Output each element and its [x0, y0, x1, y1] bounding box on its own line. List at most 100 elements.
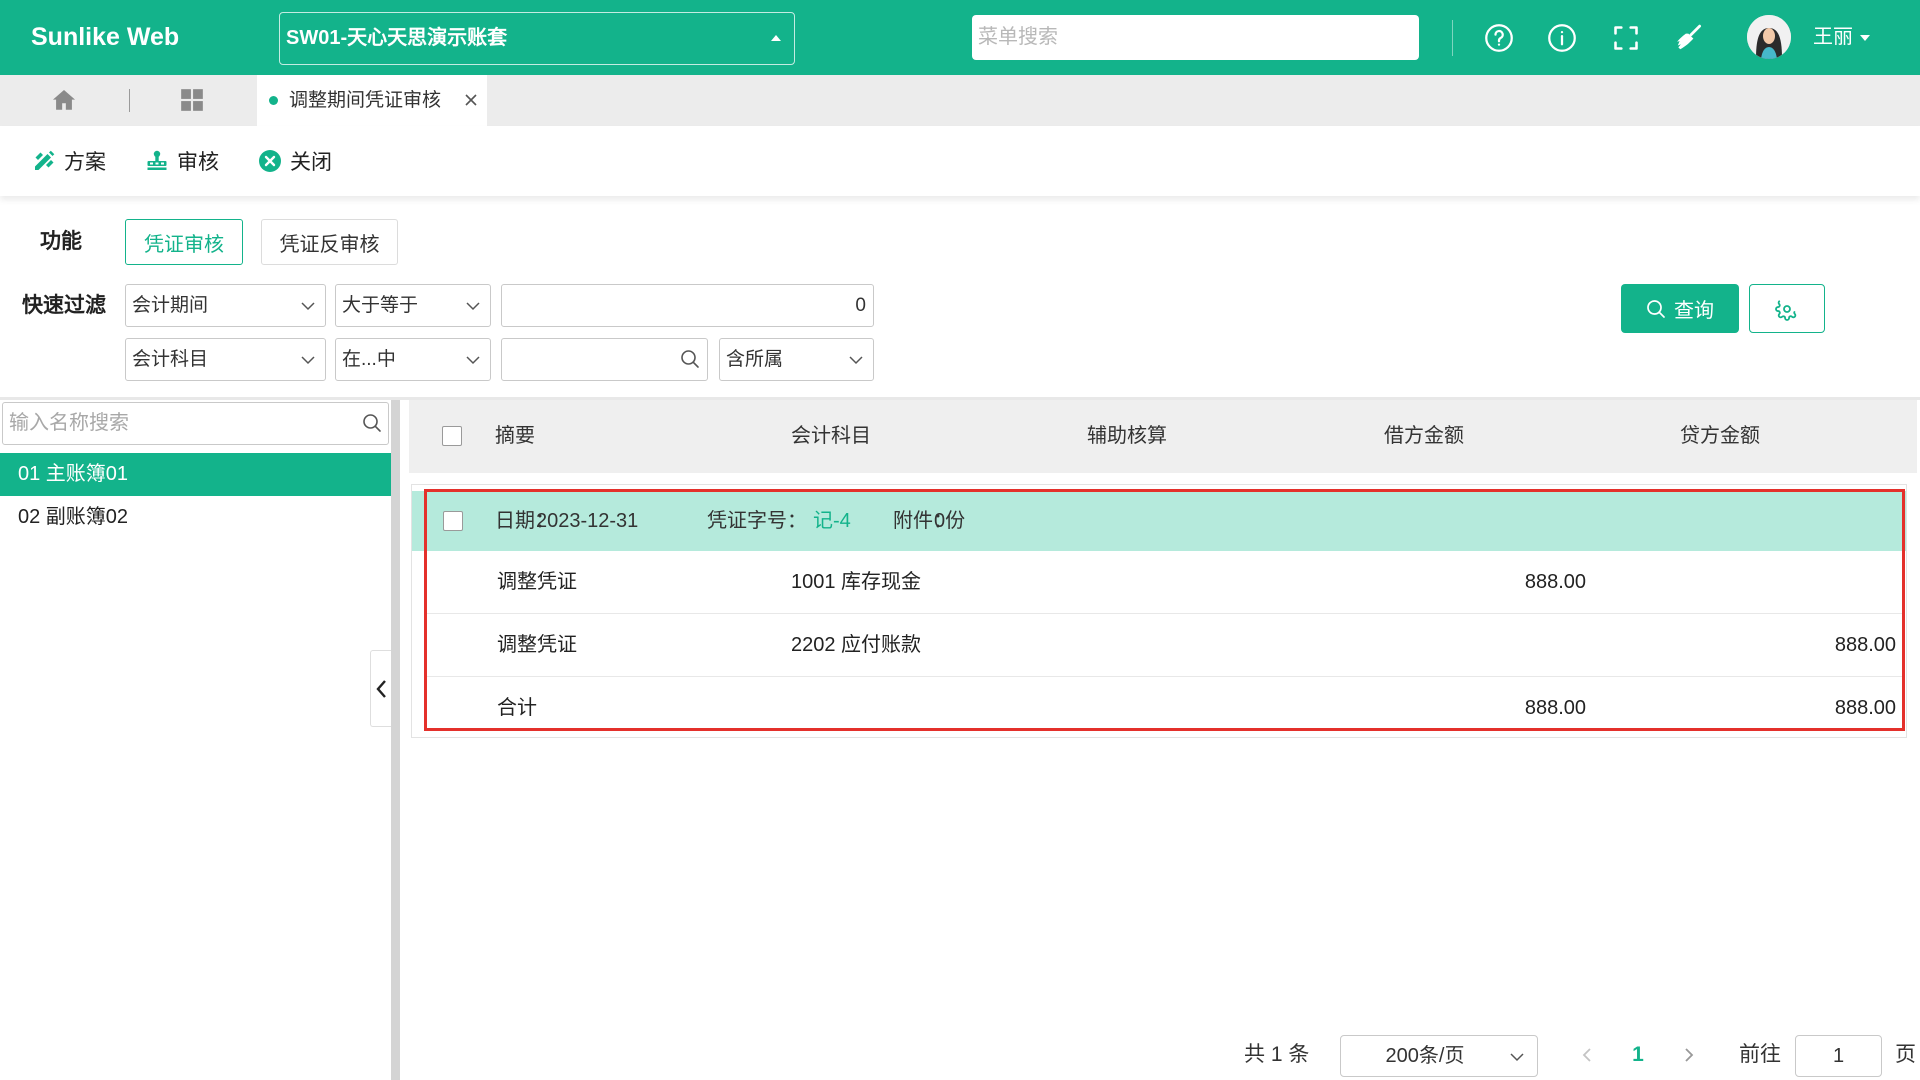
entry-account: 2202 应付账款: [791, 634, 922, 656]
function-label: 功能: [40, 230, 82, 253]
search-icon: [1646, 299, 1666, 319]
voucher-number-label: 凭证字号：: [707, 510, 807, 532]
column-header-debit: 借方金额: [1384, 425, 1464, 447]
filter-field-value: 会计期间: [132, 295, 209, 316]
column-header-credit: 贷方金额: [1680, 425, 1760, 447]
account-set-selector[interactable]: SW01-天心天思演示账套: [279, 12, 795, 65]
ledger-sidebar: 01 主账簿01 02 副账簿02: [0, 400, 391, 1080]
header-divider: [1452, 20, 1453, 56]
chevron-down-icon: [465, 298, 481, 314]
close-icon[interactable]: [463, 92, 479, 108]
voucher-number-link[interactable]: 记-4: [813, 491, 851, 551]
ledger-item-01[interactable]: 01 主账簿01: [0, 453, 391, 496]
tools-icon: [32, 149, 56, 173]
page-size-value: 200条/页: [1385, 1045, 1465, 1067]
stamp-icon: [145, 149, 169, 173]
caret-down-icon[interactable]: [1860, 35, 1870, 41]
scheme-button[interactable]: 方案: [32, 126, 106, 196]
table-header: 摘要 会计科目 辅助核算 借方金额 贷方金额: [409, 400, 1917, 473]
filter-scope-value: 含所属: [726, 349, 784, 370]
filter-field-select-2[interactable]: 会计科目: [125, 338, 326, 381]
help-icon[interactable]: [1483, 22, 1515, 54]
toolbar: 方案 审核 关闭: [0, 126, 1920, 196]
page-size-select[interactable]: 200条/页: [1340, 1035, 1538, 1077]
close-button[interactable]: 关闭: [258, 126, 332, 196]
close-label: 关闭: [290, 151, 332, 174]
entry-account: 1001 库存现金: [791, 571, 922, 593]
page-suffix: 页: [1895, 1043, 1916, 1066]
filter-operator-value: 大于等于: [342, 295, 419, 316]
gear-icon: [1775, 297, 1799, 321]
filter-value-search: [501, 338, 708, 381]
filter-scope-select[interactable]: 含所属: [719, 338, 874, 381]
chevron-down-icon: [465, 352, 481, 368]
chevron-down-icon: [300, 352, 316, 368]
filter-operator-select[interactable]: 大于等于: [335, 284, 491, 327]
ledger-search-input[interactable]: [2, 402, 389, 445]
function-voucher-unaudit[interactable]: 凭证反审核: [261, 219, 398, 265]
chevron-left-icon: [375, 679, 387, 699]
filter-field-select[interactable]: 会计期间: [125, 284, 326, 327]
grid-icon[interactable]: [179, 87, 205, 113]
chevron-down-icon: [1509, 1049, 1525, 1065]
user-name[interactable]: 王丽: [1813, 0, 1853, 75]
search-icon[interactable]: [362, 413, 382, 433]
chevron-down-icon: [300, 298, 316, 314]
function-voucher-audit[interactable]: 凭证审核: [125, 219, 243, 265]
entry-credit: 888.00: [1834, 634, 1896, 656]
scheme-label: 方案: [64, 151, 106, 174]
entry-summary: 调整凭证: [497, 634, 577, 656]
goto-label: 前往: [1739, 1043, 1781, 1066]
chevron-down-icon: [848, 352, 864, 368]
tab-label: 调整期间凭证审核: [289, 90, 442, 111]
collapse-sidebar-button[interactable]: [370, 650, 391, 727]
clean-cache-icon[interactable]: [1673, 22, 1705, 54]
goto-page-input[interactable]: [1795, 1035, 1882, 1077]
total-debit: 888.00: [1524, 697, 1586, 719]
current-page[interactable]: 1: [1628, 1040, 1648, 1070]
tab-voucher-audit[interactable]: 调整期间凭证审核: [257, 75, 487, 126]
next-page-icon[interactable]: [1679, 1045, 1699, 1065]
voucher-header-row[interactable]: 日期： 2023-12-31 凭证字号： 记-4 附件： 0份: [412, 491, 1906, 551]
select-all-checkbox[interactable]: [442, 426, 462, 446]
ledger-item-02[interactable]: 02 副账簿02: [0, 496, 391, 539]
voucher-date: 2023-12-31: [536, 510, 639, 532]
filter-operator-value: 在...中: [342, 349, 396, 370]
filter-operator-select-2[interactable]: 在...中: [335, 338, 491, 381]
filter-value-input[interactable]: [501, 284, 874, 327]
pagination-total: 共 1 条: [1244, 1043, 1310, 1066]
tab-bar: 调整期间凭证审核: [0, 75, 1920, 126]
home-icon[interactable]: [51, 87, 77, 113]
panel-splitter[interactable]: [391, 400, 400, 1080]
entry-debit: 888.00: [1524, 571, 1586, 593]
query-button[interactable]: 查询: [1621, 284, 1739, 333]
voucher-checkbox[interactable]: [443, 511, 463, 531]
filter-settings-button[interactable]: [1749, 284, 1825, 333]
quick-filter-label: 快速过滤: [22, 294, 106, 317]
ledger-search: [2, 402, 389, 445]
info-icon[interactable]: [1546, 22, 1578, 54]
column-header-auxiliary: 辅助核算: [1087, 425, 1167, 447]
close-circle-icon: [258, 149, 282, 173]
column-header-summary: 摘要: [495, 425, 535, 447]
fullscreen-icon[interactable]: [1610, 22, 1642, 54]
column-header-account: 会计科目: [791, 425, 871, 447]
row-divider: [424, 676, 1905, 677]
avatar[interactable]: [1747, 15, 1791, 59]
filter-value-input-2[interactable]: [501, 338, 708, 381]
account-set-label: SW01-天心天思演示账套: [286, 27, 508, 49]
total-credit: 888.00: [1834, 697, 1896, 719]
caret-up-icon: [770, 34, 782, 42]
total-label: 合计: [497, 697, 537, 719]
prev-page-icon[interactable]: [1577, 1045, 1597, 1065]
tab-bar-divider: [129, 89, 130, 112]
app-logo[interactable]: Sunlike Web: [31, 0, 179, 75]
audit-button[interactable]: 审核: [145, 126, 219, 196]
top-header: Sunlike Web SW01-天心天思演示账套 王丽: [0, 0, 1920, 75]
query-label: 查询: [1674, 300, 1714, 322]
menu-search-input[interactable]: [972, 15, 1419, 60]
entry-summary: 调整凭证: [497, 571, 577, 593]
filter-field-value: 会计科目: [132, 349, 209, 370]
search-icon[interactable]: [680, 349, 700, 369]
audit-label: 审核: [177, 151, 219, 174]
